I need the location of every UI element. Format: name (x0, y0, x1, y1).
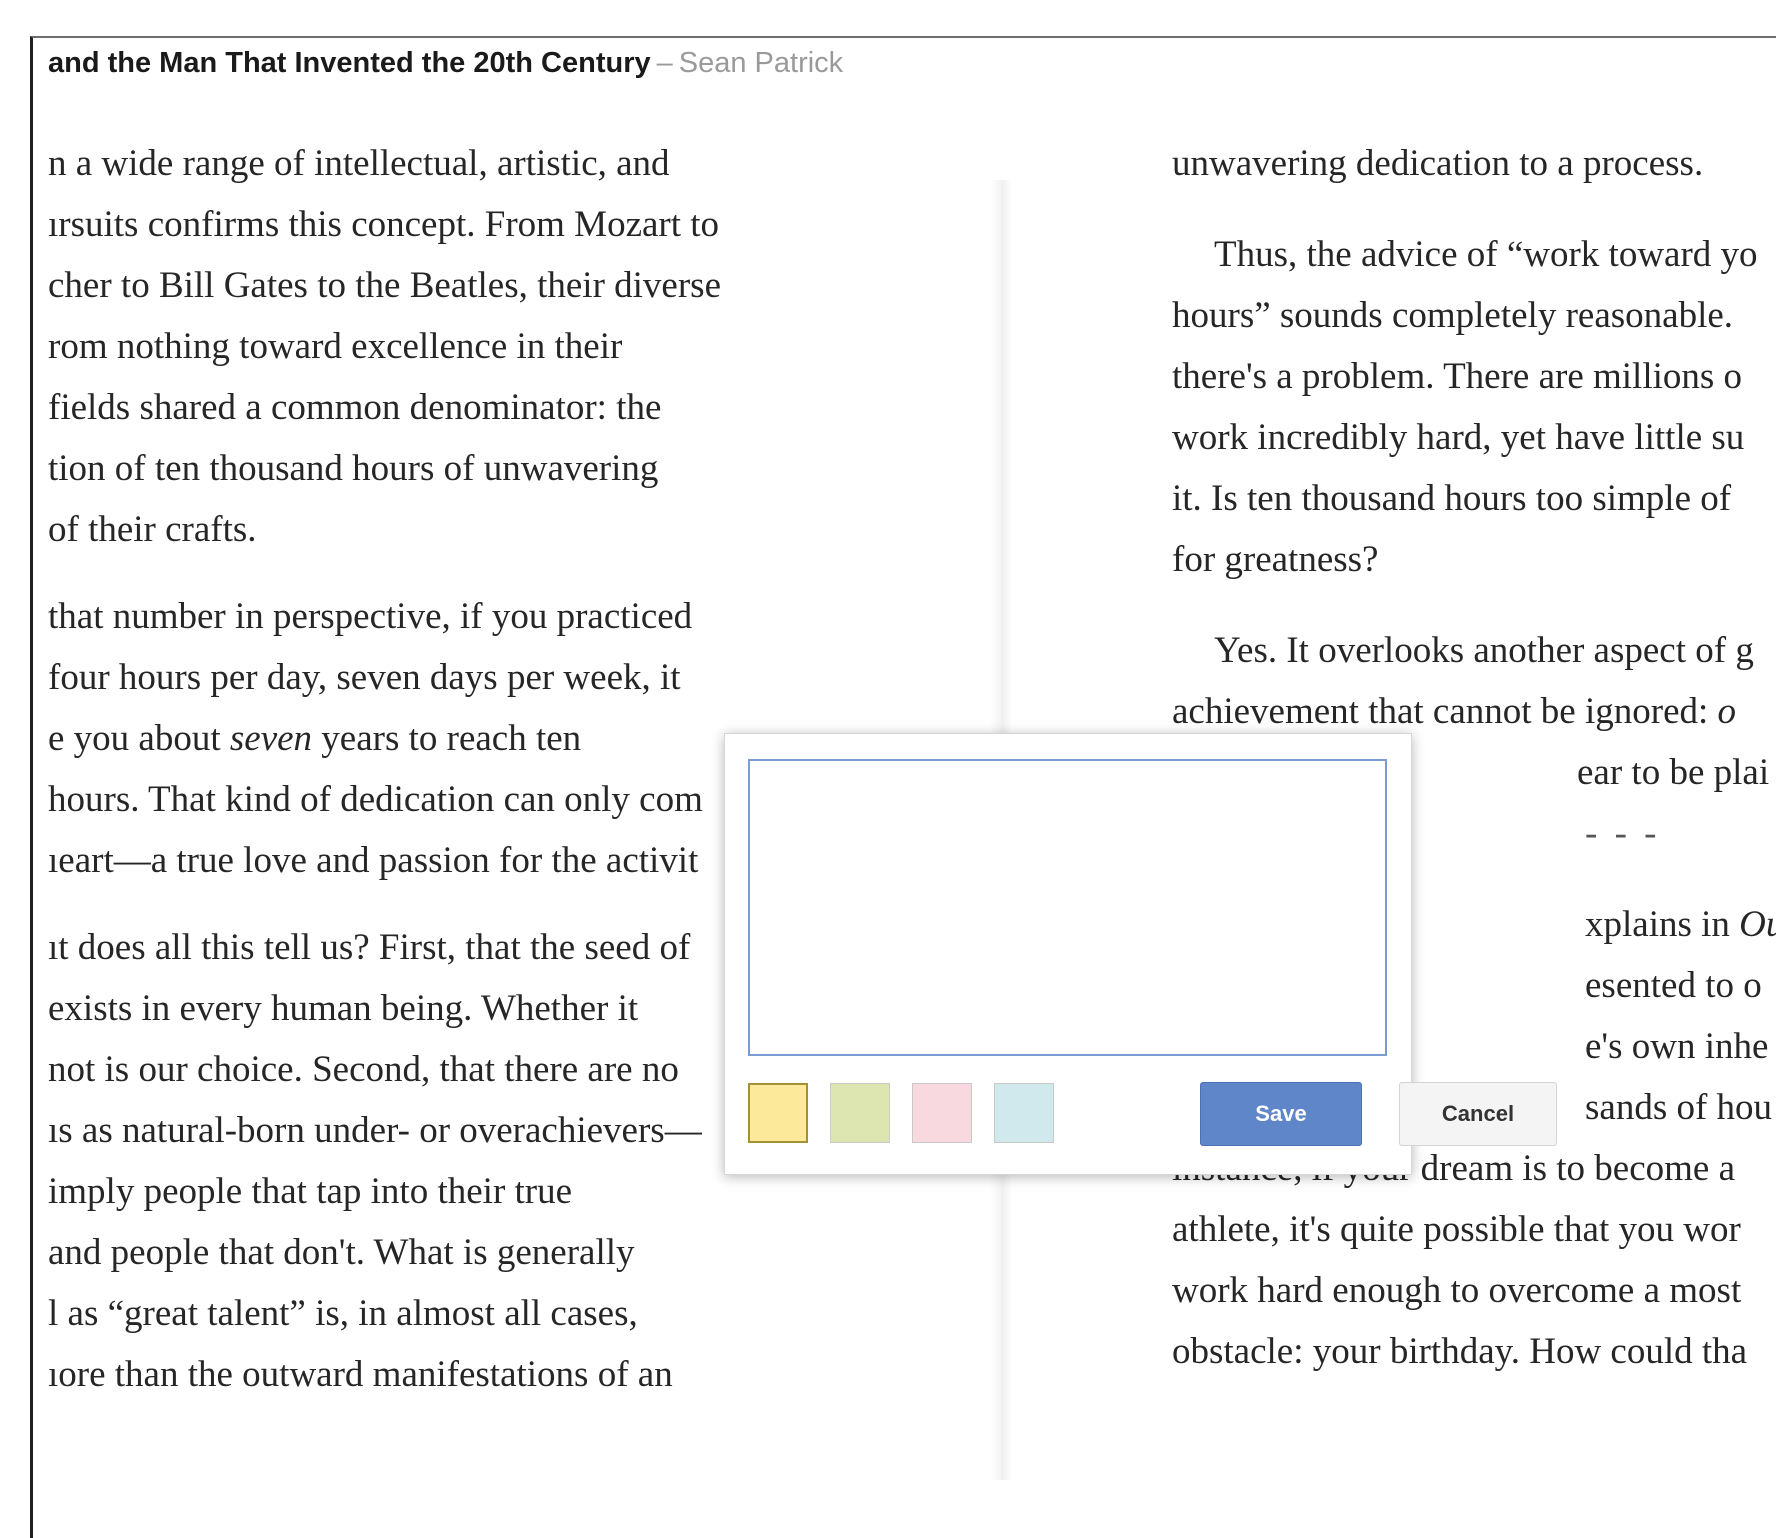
emphasis-text: o (1717, 691, 1737, 732)
text-line: tion of ten thousand hours of unwavering (48, 448, 659, 489)
text-line: four hours per day, seven days per week,… (48, 657, 681, 698)
text-line: Thus, the advice of “work toward yo (1214, 234, 1758, 275)
text-line: that number in perspective, if you pract… (48, 596, 693, 637)
book-title: and the Man That Invented the 20th Centu… (48, 47, 651, 79)
text-line: there's a problem. There are millions o (1172, 356, 1743, 397)
text-line: obstacle: your birthday. How could tha (1172, 1331, 1748, 1372)
text-line: e you about seven years to reach ten (48, 709, 730, 770)
highlight-color-blue[interactable] (994, 1083, 1054, 1143)
text-line: and people that don't. What is generally (48, 1232, 635, 1273)
text-line: fields shared a common denominator: the (48, 387, 662, 428)
emphasis-text: seven (229, 718, 313, 759)
save-button[interactable]: Save (1200, 1082, 1362, 1146)
highlight-color-pink[interactable] (912, 1083, 972, 1143)
text-line: imply people that tap into their true (48, 1171, 573, 1212)
text-line: ıt does all this tell us? First, that th… (48, 927, 691, 968)
text-line: it. Is ten thousand hours too simple of (1172, 478, 1732, 519)
text-line: unwavering dedication to a process. (1172, 143, 1704, 184)
title-separator: – (656, 47, 673, 79)
emphasis-text: Ou (1739, 904, 1776, 945)
text-line: hours” sounds completely reasonable. (1172, 295, 1734, 336)
text-line: ıore than the outward manifestations of … (48, 1354, 673, 1395)
text-segment: e you about (48, 718, 230, 759)
note-text-input[interactable] (748, 759, 1387, 1056)
text-line: l as “great talent” is, in almost all ca… (48, 1293, 638, 1334)
text-line: hours. That kind of dedication can only … (48, 779, 703, 820)
cancel-button[interactable]: Cancel (1399, 1082, 1557, 1146)
text-segment: years to reach ten (312, 718, 582, 759)
text-line: athlete, it's quite possible that you wo… (1172, 1209, 1741, 1250)
book-author: Sean Patrick (678, 47, 844, 79)
text-line: for greatness? (1172, 539, 1379, 580)
text-line: n a wide range of intellectual, artistic… (48, 143, 670, 184)
highlight-color-green[interactable] (830, 1083, 890, 1143)
text-line: Yes. It overlooks another aspect of g (1214, 630, 1754, 671)
text-segment: xplains in (1585, 904, 1740, 945)
text-line: ıs as natural-born under- or overachieve… (48, 1110, 702, 1151)
text-line: work hard enough to overcome a most (1172, 1270, 1742, 1311)
text-line: work incredibly hard, yet have little su (1172, 417, 1745, 458)
note-popup: Save Cancel (724, 733, 1557, 1175)
left-page: n a wide range of intellectual, artistic… (48, 134, 730, 1434)
text-line: rom nothing toward excellence in their (48, 326, 623, 367)
highlight-color-yellow[interactable] (748, 1083, 808, 1143)
text-line: ıeart—a true love and passion for the ac… (48, 840, 699, 881)
book-header: and the Man That Invented the 20th Centu… (48, 45, 843, 81)
text-line: of their crafts. (48, 509, 257, 550)
text-line: ırsuits confirms this concept. From Moza… (48, 204, 720, 245)
text-line: cher to Bill Gates to the Beatles, their… (48, 265, 721, 306)
text-line: exists in every human being. Whether it (48, 988, 639, 1029)
text-line: not is our choice. Second, that there ar… (48, 1049, 679, 1090)
text-segment: achievement that cannot be ignored: (1172, 691, 1718, 732)
